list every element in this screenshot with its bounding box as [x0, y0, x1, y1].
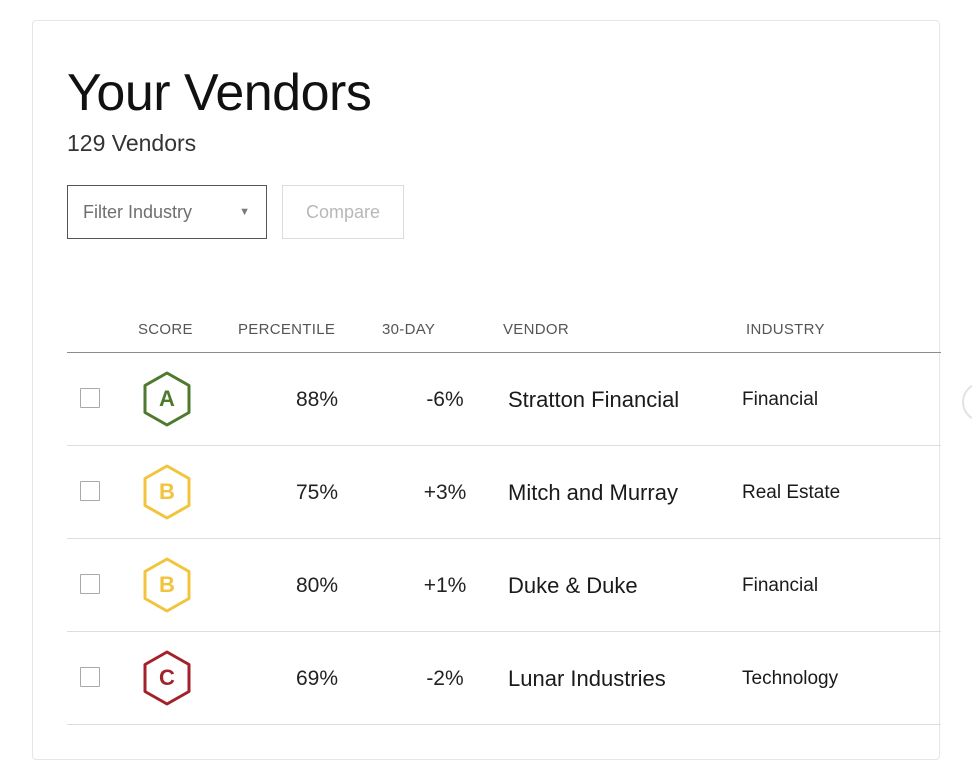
compare-button[interactable]: Compare [282, 185, 404, 239]
table-header: SCORE PERCENTILE 30-DAY VENDOR INDUSTRY [67, 317, 941, 353]
percentile-value: 80% [295, 573, 339, 597]
vendor-row[interactable]: C 69% -2% Lunar Industries Technology [67, 632, 941, 725]
score-grade: B [159, 572, 175, 597]
percentile-value: 88% [295, 387, 339, 411]
score-badge: C [141, 649, 193, 707]
thirty-day-change: +3% [423, 480, 467, 504]
caret-down-icon: ▼ [239, 206, 250, 218]
column-header-score[interactable]: SCORE [138, 321, 193, 338]
thirty-day-change: +1% [423, 573, 467, 597]
thirty-day-change: -6% [426, 387, 464, 411]
row-select-checkbox[interactable] [80, 388, 100, 408]
industry-value: Technology [742, 667, 839, 689]
vendor-name[interactable]: Duke & Duke [508, 539, 638, 632]
filter-industry-label: Filter Industry [83, 201, 193, 222]
industry-value: Real Estate [742, 481, 841, 503]
vendor-row[interactable]: B 75% +3% Mitch and Murray Real Estate [67, 446, 941, 539]
thirty-day-change: -2% [426, 666, 464, 690]
industry-value: Financial [742, 388, 819, 410]
score-badge: B [141, 463, 193, 521]
row-select-checkbox[interactable] [80, 574, 100, 594]
column-header-percentile[interactable]: PERCENTILE [238, 321, 335, 338]
row-select-checkbox[interactable] [80, 481, 100, 501]
percentile-value: 75% [295, 480, 339, 504]
percentile-value: 69% [295, 666, 339, 690]
score-badge: B [141, 556, 193, 614]
vendor-count: 129 Vendors [67, 130, 197, 156]
column-header-vendor[interactable]: VENDOR [503, 321, 569, 338]
filter-industry-dropdown[interactable]: Filter Industry ▼ [67, 185, 267, 239]
vendor-name[interactable]: Stratton Financial [508, 353, 679, 446]
row-select-checkbox[interactable] [80, 667, 100, 687]
scroll-arrow-button[interactable] [962, 382, 972, 422]
vendor-name[interactable]: Lunar Industries [508, 632, 666, 725]
vendor-row[interactable]: B 80% +1% Duke & Duke Financial [67, 539, 941, 632]
score-grade: B [159, 479, 175, 504]
page-title: Your Vendors [67, 64, 372, 122]
industry-value: Financial [742, 574, 819, 596]
score-grade: C [159, 665, 175, 690]
column-header-industry[interactable]: INDUSTRY [746, 321, 825, 338]
vendor-row[interactable]: A 88% -6% Stratton Financial Financial [67, 353, 941, 446]
vendors-card: Your Vendors 129 Vendors Filter Industry… [32, 20, 941, 760]
score-grade: A [159, 386, 175, 411]
vendor-name[interactable]: Mitch and Murray [508, 446, 678, 539]
column-header-30-day[interactable]: 30-DAY [382, 321, 435, 338]
score-badge: A [141, 370, 193, 428]
